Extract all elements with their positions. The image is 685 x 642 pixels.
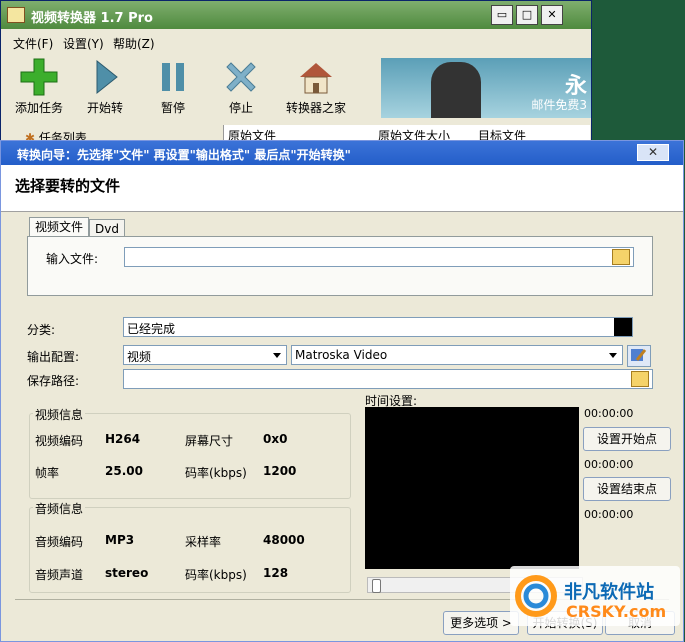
category-label: 分类: <box>27 323 56 337</box>
category-field[interactable]: 已经完成 <box>123 317 633 337</box>
tab-video-file[interactable]: 视频文件 <box>29 217 90 237</box>
minimize-button[interactable]: ▭ <box>491 5 513 25</box>
output-format-value: Matroska Video <box>295 348 388 362</box>
audio-bitrate-value: 128 <box>263 566 289 580</box>
menu-settings[interactable]: 设置(Y) <box>63 35 104 52</box>
watermark-cn-text: 非凡软件站 <box>564 582 654 603</box>
main-title: 视频转换器 1.7 Pro <box>31 11 153 26</box>
banner-small-text: 邮件免费3 <box>531 98 587 112</box>
input-file-label: 输入文件: <box>46 252 99 266</box>
banner-person-image <box>431 62 481 118</box>
chevron-down-icon <box>273 353 281 358</box>
audio-codec-value: MP3 <box>105 533 135 547</box>
output-config-label: 输出配置: <box>27 350 80 364</box>
home-label: 转换器之家 <box>285 101 346 115</box>
dialog-title-bar: 转换向导：先选择"文件" 再设置"输出格式" 最后点"开始转换" ✕ <box>1 141 683 165</box>
add-task-label: 添加任务 <box>14 101 63 115</box>
watermark-en-text: CRSKY.com <box>566 602 667 621</box>
maximize-button[interactable]: □ <box>516 5 538 25</box>
chevron-down-icon <box>609 353 617 358</box>
video-info-group <box>29 413 351 499</box>
menu-file[interactable]: 文件(F) <box>13 35 53 52</box>
dialog-header: 选择要转的文件 <box>1 165 683 212</box>
play-icon <box>85 57 125 95</box>
more-options-button[interactable]: 更多选项 > <box>443 611 519 635</box>
audio-channel-label: 音频声道 <box>35 568 84 582</box>
time-display-3: 00:00:00 <box>584 508 634 521</box>
sample-rate-label: 采样率 <box>185 535 222 549</box>
frame-rate-value: 25.00 <box>105 464 143 478</box>
set-start-button[interactable]: 设置开始点 <box>583 427 671 451</box>
screen-size-value: 0x0 <box>263 432 288 446</box>
audio-channel-value: stereo <box>105 566 149 580</box>
home-button[interactable]: 转换器之家 <box>283 57 349 116</box>
dialog-heading: 选择要转的文件 <box>15 177 121 195</box>
time-display-1: 00:00:00 <box>584 407 634 420</box>
browse-folder-icon[interactable] <box>631 371 649 387</box>
slider-thumb[interactable] <box>372 579 381 593</box>
video-info-title: 视频信息 <box>33 406 86 423</box>
close-button[interactable]: ✕ <box>541 5 563 25</box>
dialog-close-button[interactable]: ✕ <box>637 144 669 161</box>
stop-icon <box>221 57 261 93</box>
frame-rate-label: 帧率 <box>35 466 60 480</box>
video-preview[interactable] <box>365 407 579 569</box>
video-bitrate-value: 1200 <box>263 464 297 478</box>
audio-bitrate-label: 码率(kbps) <box>185 568 247 582</box>
set-end-button[interactable]: 设置结束点 <box>583 477 671 501</box>
output-type-value: 视频 <box>127 350 152 364</box>
save-path-label: 保存路径: <box>27 374 80 388</box>
menu-help[interactable]: 帮助(Z) <box>113 35 155 52</box>
pause-label: 暂停 <box>160 101 185 115</box>
pause-icon <box>153 57 193 93</box>
category-value: 已经完成 <box>127 322 176 336</box>
tab-dvd[interactable]: Dvd <box>89 219 125 236</box>
main-window: 视频转换器 1.7 Pro ▭ □ ✕ 文件(F) 设置(Y) 帮助(Z) 添加… <box>0 0 592 152</box>
home-icon <box>296 57 336 94</box>
main-title-bar: 视频转换器 1.7 Pro ▭ □ ✕ <box>1 1 591 29</box>
video-codec-label: 视频编码 <box>35 434 84 448</box>
output-type-select[interactable]: 视频 <box>123 345 287 365</box>
category-color-swatch[interactable] <box>614 318 632 336</box>
save-path-field[interactable] <box>123 369 653 389</box>
audio-info-title: 音频信息 <box>33 500 86 517</box>
edit-icon <box>631 349 647 361</box>
start-button[interactable]: 开始转 <box>75 57 135 116</box>
screen-size-label: 屏幕尺寸 <box>185 434 234 448</box>
add-icon <box>19 57 59 96</box>
ad-banner[interactable]: 永 邮件免费3 <box>381 58 591 118</box>
browse-folder-icon[interactable] <box>612 249 630 265</box>
menu-bar: 文件(F) 设置(Y) 帮助(Z) <box>1 33 591 51</box>
sample-rate-value: 48000 <box>263 533 305 547</box>
video-codec-value: H264 <box>105 432 141 446</box>
dialog-title: 转换向导：先选择"文件" 再设置"输出格式" 最后点"开始转换" <box>17 148 351 162</box>
start-label: 开始转 <box>86 101 123 115</box>
video-bitrate-label: 码率(kbps) <box>185 466 247 480</box>
output-format-select[interactable]: Matroska Video <box>291 345 623 365</box>
watermark: 非凡软件站 CRSKY.com <box>510 566 680 626</box>
pause-button[interactable]: 暂停 <box>143 57 203 116</box>
stop-button[interactable]: 停止 <box>211 57 271 116</box>
edit-profile-button[interactable] <box>627 345 651 367</box>
time-display-2: 00:00:00 <box>584 458 634 471</box>
input-file-field[interactable] <box>124 247 634 267</box>
audio-codec-label: 音频编码 <box>35 535 84 549</box>
app-icon <box>7 7 25 23</box>
add-task-button[interactable]: 添加任务 <box>9 57 69 116</box>
watermark-logo-icon <box>515 575 557 617</box>
stop-label: 停止 <box>228 101 253 115</box>
tab-panel: 输入文件: <box>27 236 653 296</box>
